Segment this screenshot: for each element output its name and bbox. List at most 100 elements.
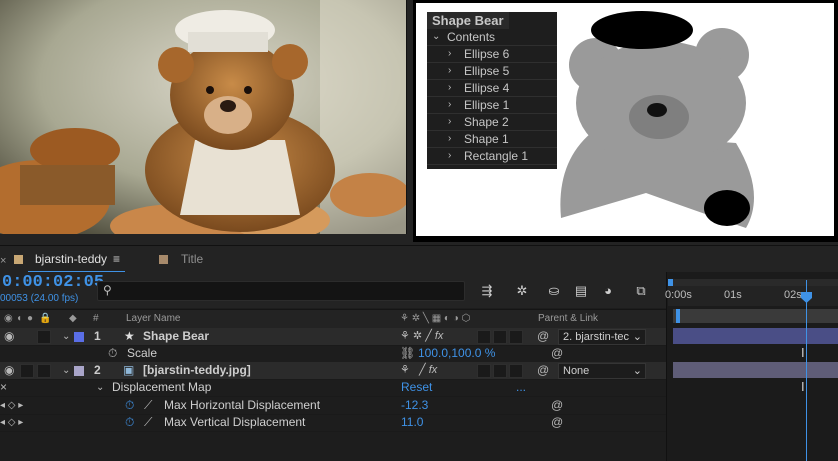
stopwatch-icon[interactable]: ⏱ [125,397,134,414]
link-icon[interactable]: ⛓ [400,345,415,362]
scale-value[interactable]: 100.0,100.0 % [418,345,495,362]
motion-blur-icon[interactable]: ◕ [599,282,617,300]
playhead-line[interactable] [806,280,807,461]
effect-reset-link[interactable]: Reset [401,379,432,396]
chevron-right-icon[interactable]: › [448,63,451,79]
chevron-right-icon[interactable]: › [448,80,451,96]
comp-flowchart-icon[interactable]: ⇶ [478,282,496,300]
audio-toggle[interactable] [20,364,34,378]
parent-dropdown[interactable]: None ⌄ [558,363,646,379]
tree-item-shape-2[interactable]: › Shape 2 [427,114,557,131]
switch-box[interactable] [493,364,507,378]
layer-switches[interactable]: ⚘ ╱ fx [400,362,437,379]
audio-icon[interactable]: ◖ [16,310,22,328]
eye-icon[interactable]: ◉ [4,310,13,328]
contents-tree: ⌄ Contents › Ellipse 6 › Ellipse 5 › Ell… [427,29,557,169]
lock-icon[interactable]: 🔒 [39,310,51,328]
pick-whip-icon[interactable]: @ [551,397,563,414]
layer-name[interactable]: [bjarstin-teddy.jpg] [143,362,251,379]
solo-icon[interactable]: ● [27,310,33,328]
effect-row-displacement-map[interactable]: × ⌄ Displacement Map Reset ... [0,379,666,397]
lock-toggle[interactable] [37,330,51,344]
chevron-down-icon[interactable]: ⌄ [96,379,104,396]
layer-label-color[interactable] [74,366,84,376]
lock-toggle[interactable] [37,364,51,378]
time-ruler[interactable] [668,286,838,306]
tree-item-ellipse-6[interactable]: › Ellipse 6 [427,46,557,63]
switch-box[interactable] [509,364,523,378]
tree-item-ellipse-1[interactable]: › Ellipse 1 [427,97,557,114]
max-horizontal-displacement-value[interactable]: -12.3 [401,397,428,414]
property-row-max-horizontal-displacement[interactable]: ◂ ◇ ▸ ⏱ ⟋ Max Horizontal Displacement -1… [0,397,666,415]
close-icon[interactable]: × [0,379,7,396]
property-cursor-icon: I [801,379,805,394]
layer-switches[interactable]: ⚘ ✲ ╱ fx [400,328,443,345]
close-icon[interactable]: × [0,255,6,267]
pick-whip-icon[interactable]: @ [537,362,549,379]
tree-item-rectangle-1[interactable]: › Rectangle 1 [427,148,557,165]
tree-item-ellipse-4[interactable]: › Ellipse 4 [427,80,557,97]
layer-2-duration-bar[interactable] [673,362,838,378]
shape-layer-icon: ★ [124,329,135,343]
chevron-right-icon[interactable]: › [448,131,451,147]
switches-header-icon: ⚘ ✲ ╲ ▦ ◐ ◑ ⬡ [400,313,471,324]
label-icon[interactable]: ◆ [69,310,77,328]
frame-blending-icon[interactable]: ▤ [572,282,590,300]
pick-whip-icon[interactable]: @ [537,328,549,345]
tree-item-contents[interactable]: ⌄ Contents [427,29,557,46]
tree-item-shape-1[interactable]: › Shape 1 [427,131,557,148]
tree-item-ellipse-5[interactable]: › Ellipse 5 [427,63,557,80]
chevron-down-icon[interactable]: ⌄ [62,362,70,379]
chevron-right-icon[interactable]: › [448,46,451,62]
property-row-scale[interactable]: ⏱ Scale ⛓ 100.0,100.0 % @ [0,345,666,363]
tree-item-label: Ellipse 6 [464,47,510,61]
frame-count: 00053 (24.00 fps) [0,293,79,304]
work-area-start-handle[interactable] [676,309,680,323]
layer-1-duration-bar[interactable] [673,328,838,344]
parent-dropdown[interactable]: 2. bjarstin-tec ⌄ [558,329,646,345]
keyframe-nav-icon[interactable]: ◂ ◇ ▸ [0,397,23,414]
image-layer-icon: ▣ [123,363,135,377]
teddy-photo [0,0,406,234]
max-vertical-displacement-value[interactable]: 11.0 [401,414,423,431]
work-area-bar[interactable] [673,309,838,323]
layer-row-1[interactable]: ◉ ⌄ 1 ★ Shape Bear ⚘ ✲ ╱ fx @ 2. bjarsti… [0,328,666,346]
draft-3d-icon[interactable]: ✲ [513,282,531,300]
tab-bjarstin-teddy[interactable]: bjarstin-teddy [35,246,107,273]
chevron-down-icon[interactable]: ⌄ [432,29,440,45]
time-navigator[interactable] [668,279,838,286]
switch-box[interactable] [477,330,491,344]
shy-layers-icon[interactable]: ⛀ [545,282,563,300]
footage-preview-image [0,0,407,234]
graph-icon[interactable]: ⟋ [144,397,152,414]
tab-menu-icon[interactable]: ≡ [113,246,120,273]
visibility-icon[interactable]: ◉ [4,328,14,345]
pick-whip-icon[interactable]: @ [551,345,563,362]
chevron-right-icon[interactable]: › [448,148,451,164]
property-row-max-vertical-displacement[interactable]: ◂ ◇ ▸ ⏱ ⟋ Max Vertical Displacement 11.0… [0,414,666,432]
column-header-parent-link[interactable]: Parent & Link [538,310,598,328]
stopwatch-icon[interactable]: ⏱ [108,345,117,362]
chevron-down-icon[interactable]: ⌄ [62,328,70,345]
effect-more-link[interactable]: ... [516,379,526,396]
visibility-icon[interactable]: ◉ [4,362,14,379]
switch-box[interactable] [493,330,507,344]
graph-editor-icon[interactable]: ⧉ [632,282,650,300]
time-navigator-start-handle[interactable] [668,279,673,286]
column-header-layer-name[interactable]: Layer Name [126,310,180,328]
chevron-right-icon[interactable]: › [448,97,451,113]
pick-whip-icon[interactable]: @ [551,414,563,431]
graph-icon[interactable]: ⟋ [144,414,152,431]
switch-box[interactable] [509,330,523,344]
layer-search-input[interactable]: ⚲ [97,281,465,301]
parent-dropdown-value: None [563,365,590,377]
stopwatch-icon[interactable]: ⏱ [125,414,134,431]
layer-name[interactable]: Shape Bear [143,328,209,345]
keyframe-nav-icon[interactable]: ◂ ◇ ▸ [0,414,23,431]
layer-label-color[interactable] [74,332,84,342]
layer-row-2[interactable]: ◉ ⌄ 2 ▣ [bjarstin-teddy.jpg] ⚘ ╱ fx @ No… [0,362,666,380]
switch-box[interactable] [477,364,491,378]
current-timecode[interactable]: 0:00:02:05 [2,273,104,292]
tab-title[interactable]: Title [181,246,203,273]
chevron-right-icon[interactable]: › [448,114,451,130]
